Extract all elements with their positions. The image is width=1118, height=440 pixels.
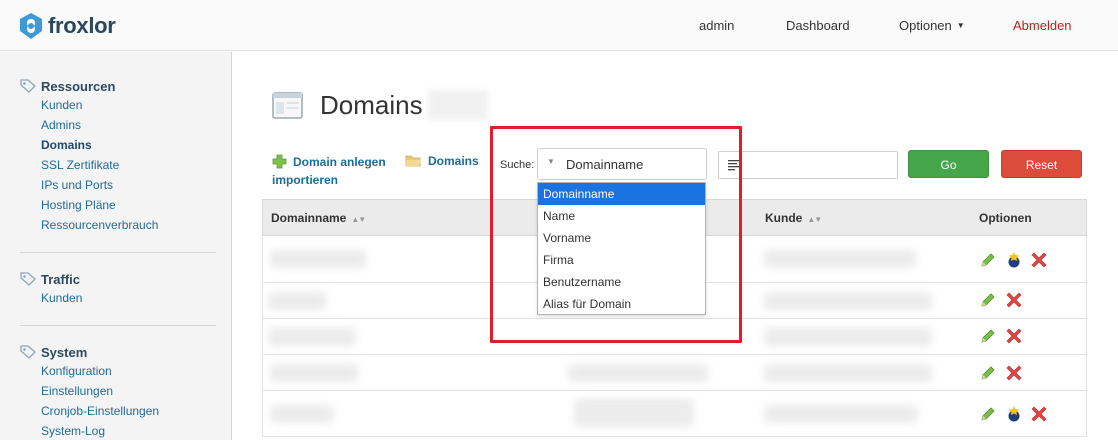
import-domains-label-2[interactable]: importieren bbox=[272, 173, 338, 187]
delete-icon[interactable] bbox=[1031, 252, 1047, 268]
ssl-icon[interactable] bbox=[1005, 251, 1023, 269]
pencil-icon[interactable] bbox=[980, 252, 996, 268]
pencil-icon[interactable] bbox=[980, 406, 996, 422]
redacted-domain bbox=[270, 250, 366, 268]
sidebar-section-title: System bbox=[41, 344, 88, 360]
sidebar-section-system: System Konfiguration Einstellungen Cronj… bbox=[20, 343, 216, 440]
page-title: Domains bbox=[320, 90, 423, 120]
redacted-customer bbox=[764, 250, 916, 268]
redacted-domain-extra bbox=[568, 364, 708, 382]
add-domain-link[interactable]: Domain anlegen bbox=[272, 154, 386, 169]
tag-icon bbox=[20, 345, 36, 359]
pencil-icon[interactable] bbox=[980, 328, 996, 344]
sidebar-item-hosting[interactable]: Hosting Pläne bbox=[20, 195, 216, 215]
caret-down-icon: ▼ bbox=[956, 21, 965, 30]
top-bar: froxlor admin Dashboard Optionen ▼ Abmeld… bbox=[0, 0, 1118, 51]
delete-icon[interactable] bbox=[1006, 328, 1022, 344]
redacted-domain bbox=[270, 405, 334, 423]
redacted-domain bbox=[268, 292, 326, 310]
redacted-customer bbox=[764, 292, 932, 310]
redacted-customer bbox=[764, 328, 932, 346]
sidebar-section-title: Traffic bbox=[41, 271, 81, 287]
sidebar-item-domains[interactable]: Domains bbox=[20, 135, 216, 155]
tag-icon bbox=[20, 79, 36, 93]
delete-icon[interactable] bbox=[1006, 365, 1022, 381]
sidebar-item-konfiguration[interactable]: Konfiguration bbox=[20, 361, 216, 381]
sidebar-item-system-log[interactable]: System-Log bbox=[20, 421, 216, 440]
sidebar-item-ssl[interactable]: SSL Zertifikate bbox=[20, 155, 216, 175]
sort-icon[interactable]: ▲▼ bbox=[351, 215, 366, 224]
sidebar-section-traffic: Traffic Kunden bbox=[20, 270, 216, 308]
redacted-customer bbox=[764, 364, 932, 382]
go-button[interactable]: Go bbox=[908, 150, 989, 178]
sidebar-item-cronjob[interactable]: Cronjob-Einstellungen bbox=[20, 401, 216, 421]
redacted-domain bbox=[268, 328, 356, 346]
redacted-domain bbox=[270, 364, 358, 382]
column-kunde[interactable]: Kunde ▲▼ bbox=[765, 211, 822, 225]
sidebar-item-ips[interactable]: IPs und Ports bbox=[20, 175, 216, 195]
nav-admin[interactable]: admin bbox=[699, 18, 734, 33]
import-domains-link[interactable]: Domains bbox=[405, 154, 479, 168]
redacted-text bbox=[428, 90, 488, 120]
sidebar-item-admins[interactable]: Admins bbox=[20, 115, 216, 135]
tag-icon bbox=[20, 272, 36, 286]
delete-icon[interactable] bbox=[1031, 406, 1047, 422]
redacted-domain-extra bbox=[574, 399, 694, 427]
table-row bbox=[262, 391, 1087, 437]
plus-icon bbox=[272, 154, 287, 169]
window-icon bbox=[272, 92, 303, 119]
folder-icon bbox=[405, 155, 421, 167]
froxlor-logo-icon bbox=[20, 13, 42, 39]
sidebar-item-ressourcenverbrauch[interactable]: Ressourcenverbrauch bbox=[20, 215, 216, 235]
sidebar: Ressourcen Kunden Admins Domains SSL Zer… bbox=[0, 52, 232, 440]
delete-icon[interactable] bbox=[1006, 292, 1022, 308]
sidebar-divider bbox=[20, 252, 216, 253]
app-window: froxlor admin Dashboard Optionen ▼ Abmeld… bbox=[0, 0, 1118, 440]
import-domains-label-1: Domains bbox=[428, 154, 479, 168]
sidebar-divider bbox=[20, 325, 216, 326]
search-input[interactable] bbox=[718, 151, 898, 179]
logo[interactable]: froxlor bbox=[16, 10, 116, 42]
column-domainname-label: Domainname bbox=[271, 211, 347, 225]
ssl-icon[interactable] bbox=[1005, 405, 1023, 423]
column-domainname[interactable]: Domainname ▲▼ bbox=[271, 211, 366, 225]
sidebar-section-ressourcen: Ressourcen Kunden Admins Domains SSL Zer… bbox=[20, 77, 216, 235]
table-row bbox=[262, 355, 1087, 391]
sort-icon[interactable]: ▲▼ bbox=[807, 215, 822, 224]
nav-logout[interactable]: Abmelden bbox=[1013, 18, 1072, 33]
column-kunde-label: Kunde bbox=[765, 211, 803, 225]
sidebar-section-title: Ressourcen bbox=[41, 78, 116, 94]
reset-button[interactable]: Reset bbox=[1001, 150, 1082, 178]
highlight-box bbox=[490, 126, 742, 343]
pencil-icon[interactable] bbox=[980, 292, 996, 308]
column-optionen: Optionen bbox=[979, 211, 1032, 225]
sidebar-item-kunden[interactable]: Kunden bbox=[20, 95, 216, 115]
redacted-customer bbox=[764, 405, 918, 423]
nav-options[interactable]: Optionen ▼ bbox=[899, 18, 965, 33]
nav-dashboard[interactable]: Dashboard bbox=[786, 18, 850, 33]
nav-options-label: Optionen bbox=[899, 18, 952, 33]
pencil-icon[interactable] bbox=[980, 365, 996, 381]
add-domain-label: Domain anlegen bbox=[293, 154, 386, 169]
logo-text: froxlor bbox=[48, 13, 116, 38]
sidebar-item-einstellungen[interactable]: Einstellungen bbox=[20, 381, 216, 401]
sidebar-item-traffic-kunden[interactable]: Kunden bbox=[20, 288, 216, 308]
